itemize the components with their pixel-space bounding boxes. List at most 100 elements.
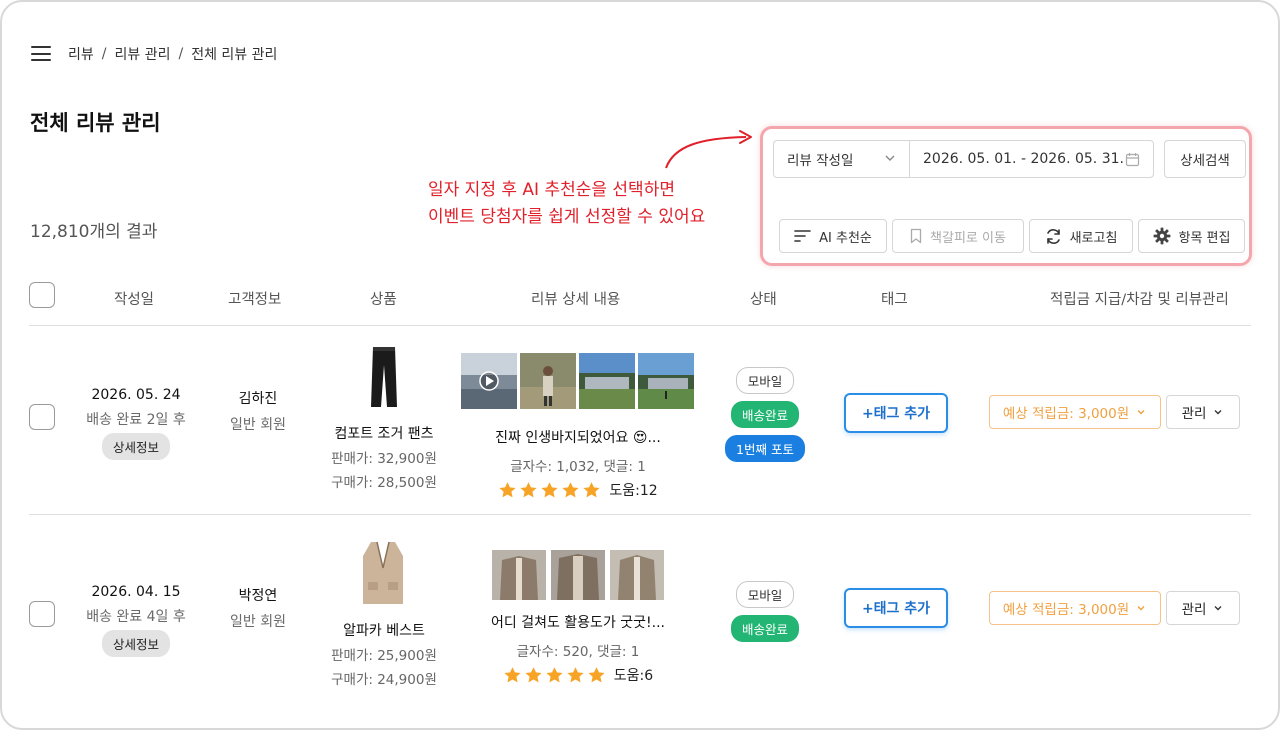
ai-sort-button[interactable]: AI 추천순 <box>779 219 887 253</box>
star-icon <box>583 481 600 497</box>
review-photo-thumbnail[interactable] <box>492 550 546 600</box>
date-range-input[interactable]: 2026. 05. 01. - 2026. 05. 31. <box>909 140 1154 178</box>
review-date: 2026. 05. 24 <box>91 387 181 403</box>
delivery-info: 배송 완료 4일 후 <box>86 609 186 625</box>
chevron-down-icon <box>1137 410 1145 415</box>
buy-price: 구매가: 24,900원 <box>331 672 437 688</box>
refresh-button[interactable]: 새로고침 <box>1029 219 1133 253</box>
customer-cell: 김하진 일반 회원 <box>221 388 295 434</box>
review-text[interactable]: 어디 걸쳐도 활용도가 굿굿!... <box>461 612 695 632</box>
review-rating: 도움:12 <box>461 480 695 500</box>
detail-info-button[interactable]: 상세정보 <box>101 630 170 657</box>
sale-price: 판매가: 32,900원 <box>331 451 437 467</box>
product-name[interactable]: 컴포트 조거 팬츠 <box>329 423 439 443</box>
bookmark-button[interactable]: 책갈피로 이동 <box>892 219 1024 253</box>
review-video-thumbnail[interactable] <box>461 353 517 409</box>
customer-name: 박정연 <box>238 588 278 604</box>
manage-dropdown-button[interactable]: 관리 <box>1166 395 1240 429</box>
app-window: 리뷰 / 리뷰 관리 / 전체 리뷰 관리 전체 리뷰 관리 12,810개의 … <box>0 0 1280 730</box>
product-cell: 컴포트 조거 팬츠 판매가: 32,900원 구매가: 28,500원 <box>329 423 439 495</box>
star-icon <box>525 666 542 682</box>
detail-search-button[interactable]: 상세검색 <box>1164 140 1246 178</box>
status-badge-first-photo: 1번째 포토 <box>725 435 805 462</box>
menu-icon[interactable] <box>31 46 51 61</box>
breadcrumb: 리뷰 / 리뷰 관리 / 전체 리뷰 관리 <box>68 44 277 64</box>
points-select[interactable]: 예상 적립금: 3,000원 <box>989 591 1161 625</box>
delivery-info: 배송 완료 2일 후 <box>86 412 186 428</box>
star-icon <box>541 481 558 497</box>
bookmark-icon <box>910 228 922 244</box>
points-label: 예상 적립금: 3,000원 <box>1002 602 1130 618</box>
review-photo-thumbnail[interactable] <box>610 550 664 600</box>
review-photo-thumbnail[interactable] <box>638 353 694 409</box>
star-icon <box>562 481 579 497</box>
date-type-select-label: 리뷰 작성일 <box>787 153 854 169</box>
review-meta: 글자수: 1,032, 댓글: 1 <box>510 459 646 475</box>
review-photo-thumbnail[interactable] <box>520 353 576 409</box>
calendar-icon <box>1125 153 1140 167</box>
status-cell: 모바일 배송완료 1번째 포토 <box>711 367 819 462</box>
customer-grade: 일반 회원 <box>230 614 286 630</box>
date-cell: 2026. 05. 24 배송 완료 2일 후 상세정보 <box>79 387 193 460</box>
breadcrumb-item-review[interactable]: 리뷰 <box>68 44 94 64</box>
manage-label: 관리 <box>1181 602 1207 618</box>
star-rating <box>503 665 606 685</box>
refresh-icon <box>1046 228 1060 244</box>
product-name[interactable]: 알파카 베스트 <box>329 620 439 640</box>
chevron-down-icon <box>1214 410 1222 415</box>
product-image <box>363 541 403 604</box>
star-icon <box>499 481 516 497</box>
breadcrumb-separator: / <box>178 46 184 62</box>
product-cell: 알파카 베스트 판매가: 25,900원 구매가: 24,900원 <box>329 620 439 692</box>
breadcrumb-separator: / <box>101 46 107 62</box>
column-header-status: 상태 <box>750 292 777 308</box>
status-badge-mobile: 모바일 <box>735 367 795 394</box>
date-type-select[interactable]: 리뷰 작성일 <box>773 140 909 178</box>
customer-cell: 박정연 일반 회원 <box>221 585 295 631</box>
annotation-text: 일자 지정 후 AI 추천순을 선택하면 이벤트 당첨자를 쉽게 선정할 수 있… <box>428 177 705 231</box>
status-badge-delivered: 배송완료 <box>730 615 799 642</box>
helpful-count: 도움:6 <box>613 668 654 684</box>
star-icon <box>520 481 537 497</box>
annotation-arrow-icon <box>665 130 752 169</box>
chevron-down-icon <box>885 155 895 161</box>
add-tag-button[interactable]: +태그 추가 <box>844 393 948 433</box>
add-tag-button[interactable]: +태그 추가 <box>844 588 948 628</box>
annotation-line-1: 일자 지정 후 AI 추천순을 선택하면 <box>428 180 675 200</box>
review-meta: 글자수: 520, 댓글: 1 <box>516 644 640 660</box>
detail-info-button[interactable]: 상세정보 <box>101 433 170 460</box>
breadcrumb-item-review-manage[interactable]: 리뷰 관리 <box>114 44 170 64</box>
gear-icon <box>1153 227 1170 245</box>
chevron-down-icon <box>1137 606 1145 611</box>
points-select[interactable]: 예상 적립금: 3,000원 <box>989 395 1161 429</box>
review-date: 2026. 04. 15 <box>91 584 181 600</box>
manage-label: 관리 <box>1181 406 1207 422</box>
star-icon <box>588 666 605 682</box>
review-photo-thumbnail[interactable] <box>579 353 635 409</box>
manage-dropdown-button[interactable]: 관리 <box>1166 591 1240 625</box>
column-header-points-manage: 적립금 지급/차감 및 리뷰관리 <box>1050 292 1229 308</box>
select-all-checkbox[interactable] <box>29 282 55 308</box>
star-icon <box>504 666 521 682</box>
chevron-down-icon <box>1214 606 1222 611</box>
filter-toolbar: 리뷰 작성일 2026. 05. 01. - 2026. 05. 31. 상세검… <box>760 126 1252 266</box>
breadcrumb-item-all-reviews[interactable]: 전체 리뷰 관리 <box>191 44 277 64</box>
customer-grade: 일반 회원 <box>230 417 286 433</box>
review-photo-thumbnail[interactable] <box>551 550 605 600</box>
status-badge-delivered: 배송완료 <box>730 401 799 428</box>
product-image <box>371 347 397 407</box>
review-text[interactable]: 진짜 인생바지되었어요 😍... <box>461 427 695 447</box>
helpful-count: 도움:12 <box>609 483 658 499</box>
star-icon <box>567 666 584 682</box>
ai-sort-label: AI 추천순 <box>819 230 872 246</box>
row-checkbox[interactable] <box>29 404 55 430</box>
row-checkbox[interactable] <box>29 601 55 627</box>
sale-price: 판매가: 25,900원 <box>331 648 437 664</box>
column-header-customer: 고객정보 <box>228 292 282 308</box>
date-cell: 2026. 04. 15 배송 완료 4일 후 상세정보 <box>79 584 193 657</box>
points-label: 예상 적립금: 3,000원 <box>1002 406 1130 422</box>
edit-columns-label: 항목 편집 <box>1178 230 1231 246</box>
edit-columns-button[interactable]: 항목 편집 <box>1138 219 1245 253</box>
page-title: 전체 리뷰 관리 <box>30 111 161 135</box>
review-rating: 도움:6 <box>461 665 695 685</box>
